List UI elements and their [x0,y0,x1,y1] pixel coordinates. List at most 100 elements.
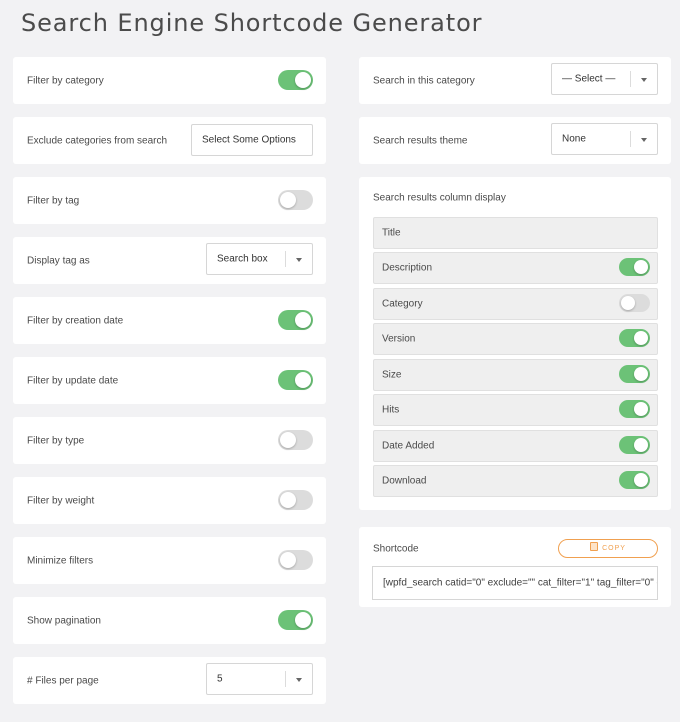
column-item-date-added: Date Added [373,430,658,462]
filter-by-update-date-row: Filter by update date [13,357,326,404]
show-pagination-label: Show pagination [27,615,101,626]
filter-by-tag-label: Filter by tag [27,195,80,206]
version-column-toggle[interactable] [619,329,650,347]
filter-by-category-label: Filter by category [27,75,104,86]
toggle-knob [634,367,648,381]
filter-by-category-toggle[interactable] [278,70,313,90]
column-item-label: Size [382,369,402,381]
results-theme-select[interactable]: None [551,123,658,155]
toggle-knob [634,473,648,487]
filter-by-update-date-toggle[interactable] [278,370,313,390]
toggle-knob [634,331,648,345]
minimize-filters-toggle[interactable] [278,550,313,570]
results-theme-value: None [562,133,586,145]
display-tag-as-row: Display tag as Search box [13,237,326,284]
results-theme-row: Search results theme None [359,117,671,164]
shortcode-panel: Shortcode COPY [wpfd_search catid="0" ex… [359,527,671,607]
show-pagination-row: Show pagination [13,597,326,644]
files-per-page-value: 5 [217,673,223,685]
download-column-toggle[interactable] [619,471,650,489]
search-in-category-row: Search in this category — Select — [359,57,671,104]
filter-by-update-date-label: Filter by update date [27,375,119,386]
shortcode-text: [wpfd_search catid="0" exclude="" cat_fi… [383,577,657,589]
column-item-description: Description [373,252,658,284]
filter-by-weight-row: Filter by weight [13,477,326,524]
column-item-hits: Hits [373,394,658,426]
minimize-filters-row: Minimize filters [13,537,326,584]
files-per-page-select[interactable]: 5 [206,663,313,695]
copy-icon [590,542,599,551]
copy-button-label: COPY [602,545,626,552]
column-item-label: Title [382,227,401,239]
column-item-size: Size [373,359,658,391]
column-item-label: Download [382,475,427,487]
exclude-categories-placeholder: Select Some Options [202,134,296,146]
toggle-knob [634,260,648,274]
chevron-down-icon [641,78,647,82]
toggle-knob [295,72,311,88]
filter-by-tag-toggle[interactable] [278,190,313,210]
select-divider [285,671,286,687]
filter-by-type-row: Filter by type [13,417,326,464]
display-tag-as-select[interactable]: Search box [206,243,313,275]
column-display-panel: Search results column display Title Desc… [359,177,671,510]
exclude-categories-row: Exclude categories from search Select So… [13,117,326,164]
results-theme-label: Search results theme [373,135,468,146]
category-column-toggle[interactable] [619,294,650,312]
filter-by-creation-date-toggle[interactable] [278,310,313,330]
filter-by-weight-toggle[interactable] [278,490,313,510]
filter-by-weight-label: Filter by weight [27,495,95,506]
column-display-label: Search results column display [373,192,506,204]
filter-by-type-toggle[interactable] [278,430,313,450]
column-item-label: Hits [382,404,400,416]
column-item-label: Category [382,298,423,310]
column-item-label: Version [382,333,416,345]
filter-by-type-label: Filter by type [27,435,85,446]
shortcode-field[interactable]: [wpfd_search catid="0" exclude="" cat_fi… [372,566,658,600]
description-column-toggle[interactable] [619,258,650,276]
column-item-title: Title [373,217,658,249]
toggle-knob [621,296,635,310]
exclude-categories-label: Exclude categories from search [27,135,168,146]
shortcode-label: Shortcode [373,543,419,555]
select-divider [630,131,631,147]
toggle-knob [280,552,296,568]
page-title: Search Engine Shortcode Generator [21,9,483,37]
search-in-category-value: — Select — [562,73,616,85]
toggle-knob [295,312,311,328]
toggle-knob [280,192,296,208]
column-item-label: Date Added [382,440,435,452]
select-divider [630,71,631,87]
toggle-knob [280,432,296,448]
column-item-category: Category [373,288,658,320]
toggle-knob [280,492,296,508]
display-tag-as-label: Display tag as [27,255,90,266]
filter-by-creation-date-label: Filter by creation date [27,315,124,326]
size-column-toggle[interactable] [619,365,650,383]
chevron-down-icon [641,138,647,142]
files-per-page-label: # Files per page [27,675,99,686]
minimize-filters-label: Minimize filters [27,555,94,566]
column-item-version: Version [373,323,658,355]
display-tag-as-value: Search box [217,253,268,265]
copy-button[interactable]: COPY [558,539,658,558]
chevron-down-icon [296,258,302,262]
select-divider [285,251,286,267]
chevron-down-icon [296,678,302,682]
show-pagination-toggle[interactable] [278,610,313,630]
files-per-page-row: # Files per page 5 [13,657,326,704]
hits-column-toggle[interactable] [619,400,650,418]
toggle-knob [634,402,648,416]
toggle-knob [634,438,648,452]
column-item-download: Download [373,465,658,497]
toggle-knob [295,372,311,388]
toggle-knob [295,612,311,628]
filter-by-category-row: Filter by category [13,57,326,104]
exclude-categories-select[interactable]: Select Some Options [191,124,313,156]
column-item-label: Description [382,262,433,274]
date-added-column-toggle[interactable] [619,436,650,454]
search-in-category-label: Search in this category [373,75,475,86]
filter-by-creation-date-row: Filter by creation date [13,297,326,344]
filter-by-tag-row: Filter by tag [13,177,326,224]
search-in-category-select[interactable]: — Select — [551,63,658,95]
